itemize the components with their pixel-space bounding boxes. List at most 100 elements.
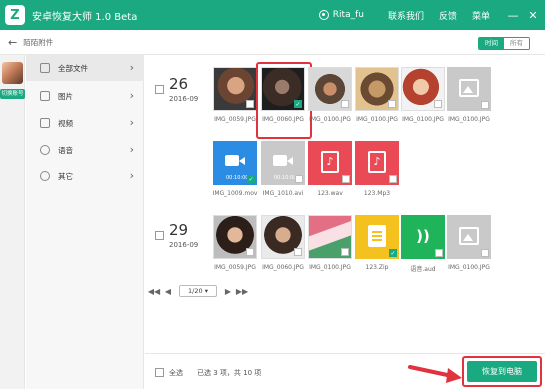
sub-header: ← 陌陌附件 时间 所有 <box>0 30 545 55</box>
file-thumbnail[interactable] <box>447 67 491 111</box>
file-checkbox[interactable]: ✓ <box>247 175 255 183</box>
page-select[interactable]: 1/20 ▾ <box>179 285 217 297</box>
file-thumbnail[interactable]: 00:10:00 <box>261 141 305 185</box>
switch-account-button[interactable]: 切换账号 <box>0 89 25 99</box>
sidebar-item[interactable]: 其它 › <box>26 163 144 189</box>
pager: ◀◀ ◀ 1/20 ▾ ▶ ▶▶ <box>147 285 249 297</box>
file-name: IMG_0100.JPG <box>448 116 490 123</box>
user-name[interactable]: Rita_fu <box>333 10 364 20</box>
date-month: 2016-09 <box>169 241 199 249</box>
file-checkbox[interactable] <box>246 248 254 256</box>
date-day: 29 <box>169 221 189 239</box>
title-bar-actions: Rita_fu 联系我们 反馈 菜单 — ✕ <box>318 0 545 30</box>
file-thumbnail[interactable] <box>401 67 445 111</box>
sidebar-item-label: 图片 <box>58 91 73 101</box>
file-thumbnail[interactable]: ♪ <box>308 141 352 185</box>
file-checkbox[interactable] <box>342 175 350 183</box>
file-thumbnail[interactable]: ✓ <box>355 215 399 259</box>
footer-bar: 全选 已选 3 项，共 10 项 恢复到电脑 <box>145 353 545 389</box>
file-grid: 26 2016-09 IMG_0059.JPG ✓ IMG_0060.JPG IMG_01… <box>145 55 545 389</box>
audio-icon: ♪ <box>368 151 386 173</box>
video-icon <box>225 155 245 166</box>
view-toggle: 时间 所有 <box>478 37 530 50</box>
more-icon <box>40 171 50 181</box>
file-checkbox[interactable] <box>388 100 396 108</box>
voice-icon: )) <box>416 227 430 245</box>
chevron-right-icon: › <box>129 143 134 156</box>
file-checkbox[interactable] <box>294 248 302 256</box>
video-duration: 00:10:00 <box>274 175 297 181</box>
file-thumbnail[interactable] <box>447 215 491 259</box>
audio-icon: ♪ <box>321 151 339 173</box>
file-thumbnail[interactable]: 00:10:00 ✓ <box>213 141 257 185</box>
sidebar-item[interactable]: 视频 › <box>26 110 144 136</box>
page-title: 陌陌附件 <box>23 37 54 47</box>
image-icon <box>40 91 50 101</box>
minimize-icon[interactable]: — <box>505 9 521 22</box>
sidebar-item-label: 其它 <box>58 171 73 181</box>
sidebar-item-label: 语音 <box>58 145 73 155</box>
date-month: 2016-09 <box>169 95 199 103</box>
file-thumbnail[interactable] <box>355 67 399 111</box>
toggle-all[interactable]: 所有 <box>504 38 529 49</box>
file-thumbnail[interactable] <box>213 215 257 259</box>
first-page-icon[interactable]: ◀◀ <box>147 287 161 296</box>
app-title: 安卓恢复大师 1.0 Beta <box>32 11 138 23</box>
sidebar-item[interactable]: 全部文件 › <box>26 55 144 81</box>
file-thumbnail[interactable] <box>308 67 352 111</box>
chevron-right-icon: › <box>129 89 134 102</box>
file-name: IMG_0100.JPG <box>448 264 490 271</box>
video-icon <box>273 155 293 166</box>
last-page-icon[interactable]: ▶▶ <box>235 287 249 296</box>
file-checkbox[interactable] <box>434 100 442 108</box>
sidebar-item[interactable]: 语音 › <box>26 137 144 163</box>
sidebar-item-label: 视频 <box>58 118 73 128</box>
restore-to-pc-button[interactable]: 恢复到电脑 <box>467 361 537 382</box>
file-checkbox[interactable] <box>341 100 349 108</box>
contact-us-link[interactable]: 联系我们 <box>388 9 424 22</box>
file-thumbnail[interactable] <box>261 215 305 259</box>
file-checkbox[interactable] <box>295 175 303 183</box>
file-checkbox[interactable] <box>341 248 349 256</box>
date-group-checkbox[interactable] <box>155 85 164 94</box>
sidebar-item[interactable]: 图片 › <box>26 83 144 109</box>
title-bar: Z 安卓恢复大师 1.0 Beta Rita_fu 联系我们 反馈 菜单 — ✕ <box>0 0 545 30</box>
menu-link[interactable]: 菜单 <box>472 9 490 22</box>
file-checkbox[interactable] <box>246 100 254 108</box>
file-checkbox[interactable] <box>481 249 489 257</box>
file-name: 123.Mp3 <box>363 190 391 197</box>
file-thumbnail[interactable] <box>308 215 352 259</box>
selection-count: 已选 3 项，共 10 项 <box>197 369 262 377</box>
app-logo: Z <box>5 5 25 25</box>
file-checkbox[interactable] <box>389 175 397 183</box>
file-checkbox[interactable]: ✓ <box>389 249 397 257</box>
zip-icon <box>368 225 386 247</box>
chevron-right-icon: › <box>129 61 134 74</box>
avatar[interactable] <box>2 62 23 84</box>
file-thumbnail[interactable]: ♪ <box>355 141 399 185</box>
video-icon <box>40 118 50 128</box>
date-day: 26 <box>169 75 189 93</box>
file-icon <box>40 63 50 73</box>
account-strip: 切换账号 <box>0 55 25 389</box>
close-icon[interactable]: ✕ <box>525 9 541 22</box>
user-icon <box>318 10 329 20</box>
chevron-right-icon: › <box>129 116 134 129</box>
date-group-checkbox[interactable] <box>155 231 164 240</box>
select-all-checkbox[interactable] <box>155 368 164 377</box>
file-checkbox[interactable] <box>435 249 443 257</box>
file-checkbox[interactable] <box>481 101 489 109</box>
feedback-link[interactable]: 反馈 <box>439 9 457 22</box>
next-page-icon[interactable]: ▶ <box>221 287 235 296</box>
voice-icon <box>40 145 50 155</box>
prev-page-icon[interactable]: ◀ <box>161 287 175 296</box>
back-arrow-icon[interactable]: ← <box>8 36 17 49</box>
chevron-right-icon: › <box>129 169 134 182</box>
select-all-label: 全选 <box>169 369 183 377</box>
file-thumbnail[interactable] <box>213 67 257 111</box>
video-duration: 00:10:00 <box>226 175 249 181</box>
selection-highlight <box>256 62 312 139</box>
toggle-by-time[interactable]: 时间 <box>479 38 504 49</box>
annotation-arrow <box>408 365 462 383</box>
file-thumbnail[interactable]: )) <box>401 215 445 259</box>
